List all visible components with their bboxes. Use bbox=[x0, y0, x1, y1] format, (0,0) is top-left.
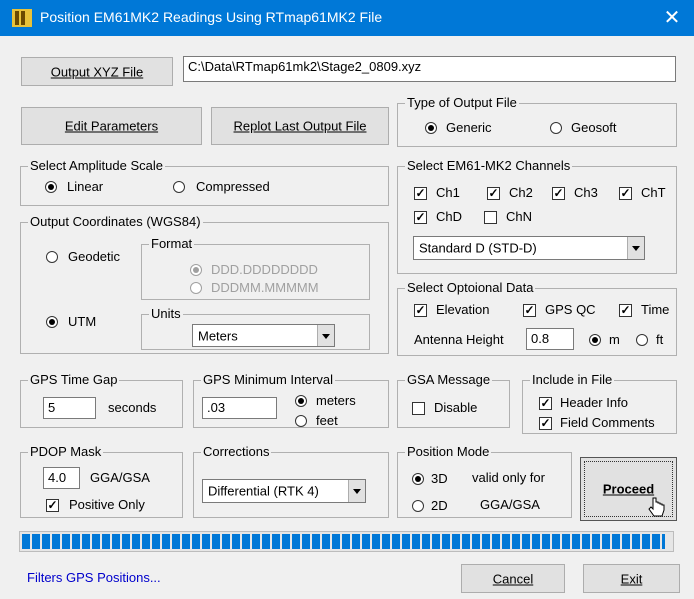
geosoft-radio[interactable] bbox=[550, 122, 562, 134]
chevron-down-icon[interactable] bbox=[627, 237, 644, 259]
meters-radio[interactable] bbox=[295, 395, 307, 407]
progress-bar-fill bbox=[22, 534, 665, 549]
chd-checkbox[interactable]: ✓ bbox=[414, 211, 427, 224]
ch1-checkbox[interactable]: ✓ bbox=[414, 187, 427, 200]
units-select[interactable]: Meters bbox=[192, 324, 335, 347]
cancel-button[interactable]: Cancel bbox=[461, 564, 565, 593]
feet-label: feet bbox=[316, 413, 338, 428]
linear-label: Linear bbox=[67, 179, 104, 194]
utm-radio[interactable] bbox=[46, 316, 58, 328]
unit-ft-radio[interactable] bbox=[636, 334, 648, 346]
format-ddd-label: DDD.DDDDDDDD bbox=[211, 262, 318, 277]
ch2-checkbox[interactable]: ✓ bbox=[487, 187, 500, 200]
ch1-label: Ch1 bbox=[436, 185, 460, 200]
compressed-radio[interactable] bbox=[173, 181, 185, 193]
linear-radio[interactable] bbox=[45, 181, 57, 193]
progress-bar bbox=[19, 531, 674, 552]
proceed-button[interactable]: Proceed bbox=[580, 457, 677, 521]
exit-button[interactable]: Exit bbox=[583, 564, 680, 593]
mode-2d-radio[interactable] bbox=[412, 500, 424, 512]
ch2-label: Ch2 bbox=[509, 185, 533, 200]
meters-label: meters bbox=[316, 393, 356, 408]
time-checkbox[interactable]: ✓ bbox=[619, 304, 632, 317]
positive-only-checkbox[interactable]: ✓ bbox=[46, 499, 59, 512]
header-info-checkbox[interactable]: ✓ bbox=[539, 397, 552, 410]
geodetic-radio[interactable] bbox=[46, 251, 58, 263]
compressed-label: Compressed bbox=[196, 179, 270, 194]
close-icon[interactable]: ✕ bbox=[656, 4, 688, 32]
edit-parameters-button[interactable]: Edit Parameters bbox=[21, 107, 202, 145]
geodetic-label: Geodetic bbox=[68, 249, 121, 264]
mode-2d-label: 2D bbox=[431, 498, 448, 513]
ch3-label: Ch3 bbox=[574, 185, 598, 200]
gps-time-gap-field[interactable]: 5 bbox=[43, 397, 96, 419]
chd-label: ChD bbox=[436, 209, 463, 224]
unit-m-label: m bbox=[609, 332, 620, 347]
header-info-label: Header Info bbox=[560, 395, 628, 410]
replot-last-output-button[interactable]: Replot Last Output File bbox=[211, 107, 389, 145]
utm-label: UTM bbox=[68, 314, 97, 329]
field-comments-label: Field Comments bbox=[560, 415, 655, 430]
status-link[interactable]: Filters GPS Positions... bbox=[27, 570, 161, 585]
app-icon bbox=[12, 9, 32, 27]
antenna-height-field[interactable]: 0.8 bbox=[526, 328, 574, 350]
mode-3d-radio[interactable] bbox=[412, 473, 424, 485]
chevron-down-icon[interactable] bbox=[348, 480, 365, 502]
output-xyz-file-button[interactable]: Output XYZ File bbox=[21, 57, 173, 86]
gps-qc-label: GPS QC bbox=[545, 302, 596, 317]
gsa-disable-checkbox[interactable] bbox=[412, 402, 425, 415]
unit-ft-label: ft bbox=[656, 332, 664, 347]
format-ddd-radio[interactable] bbox=[190, 264, 202, 276]
gga-gsa-label: GGA/GSA bbox=[90, 470, 150, 485]
pdop-mask-field[interactable]: 4.0 bbox=[43, 467, 80, 489]
format-dddmm-label: DDDMM.MMMMM bbox=[211, 280, 319, 295]
generic-label: Generic bbox=[446, 120, 492, 135]
chn-checkbox[interactable] bbox=[484, 211, 497, 224]
geosoft-label: Geosoft bbox=[571, 120, 617, 135]
mode-note-line2: GGA/GSA bbox=[480, 497, 540, 512]
format-dddmm-radio[interactable] bbox=[190, 282, 202, 294]
gps-min-interval-field[interactable]: .03 bbox=[202, 397, 277, 419]
cht-label: ChT bbox=[641, 185, 666, 200]
seconds-label: seconds bbox=[108, 400, 157, 415]
antenna-height-label: Antenna Height bbox=[414, 332, 504, 347]
mode-3d-label: 3D bbox=[431, 471, 448, 486]
hand-cursor-icon bbox=[648, 497, 665, 517]
title-bar: Position EM61MK2 Readings Using RTmap61M… bbox=[0, 0, 694, 36]
feet-radio[interactable] bbox=[295, 415, 307, 427]
elevation-checkbox[interactable]: ✓ bbox=[414, 304, 427, 317]
elevation-label: Elevation bbox=[436, 302, 490, 317]
time-label: Time bbox=[641, 302, 670, 317]
channel-mode-select[interactable]: Standard D (STD-D) bbox=[413, 236, 645, 260]
cht-checkbox[interactable]: ✓ bbox=[619, 187, 632, 200]
chn-label: ChN bbox=[506, 209, 533, 224]
positive-only-label: Positive Only bbox=[69, 497, 145, 512]
field-comments-checkbox[interactable]: ✓ bbox=[539, 417, 552, 430]
gsa-disable-label: Disable bbox=[434, 400, 478, 415]
gps-qc-checkbox[interactable]: ✓ bbox=[523, 304, 536, 317]
generic-radio[interactable] bbox=[425, 122, 437, 134]
ch3-checkbox[interactable]: ✓ bbox=[552, 187, 565, 200]
mode-note-line1: valid only for bbox=[472, 470, 545, 485]
corrections-select[interactable]: Differential (RTK 4) bbox=[202, 479, 366, 503]
output-type-group: Type of Output File bbox=[397, 95, 677, 147]
chevron-down-icon[interactable] bbox=[317, 325, 334, 346]
output-path-field[interactable]: C:\Data\RTmap61mk2\Stage2_0809.xyz bbox=[183, 56, 676, 82]
window-title: Position EM61MK2 Readings Using RTmap61M… bbox=[40, 9, 383, 25]
unit-m-radio[interactable] bbox=[589, 334, 601, 346]
